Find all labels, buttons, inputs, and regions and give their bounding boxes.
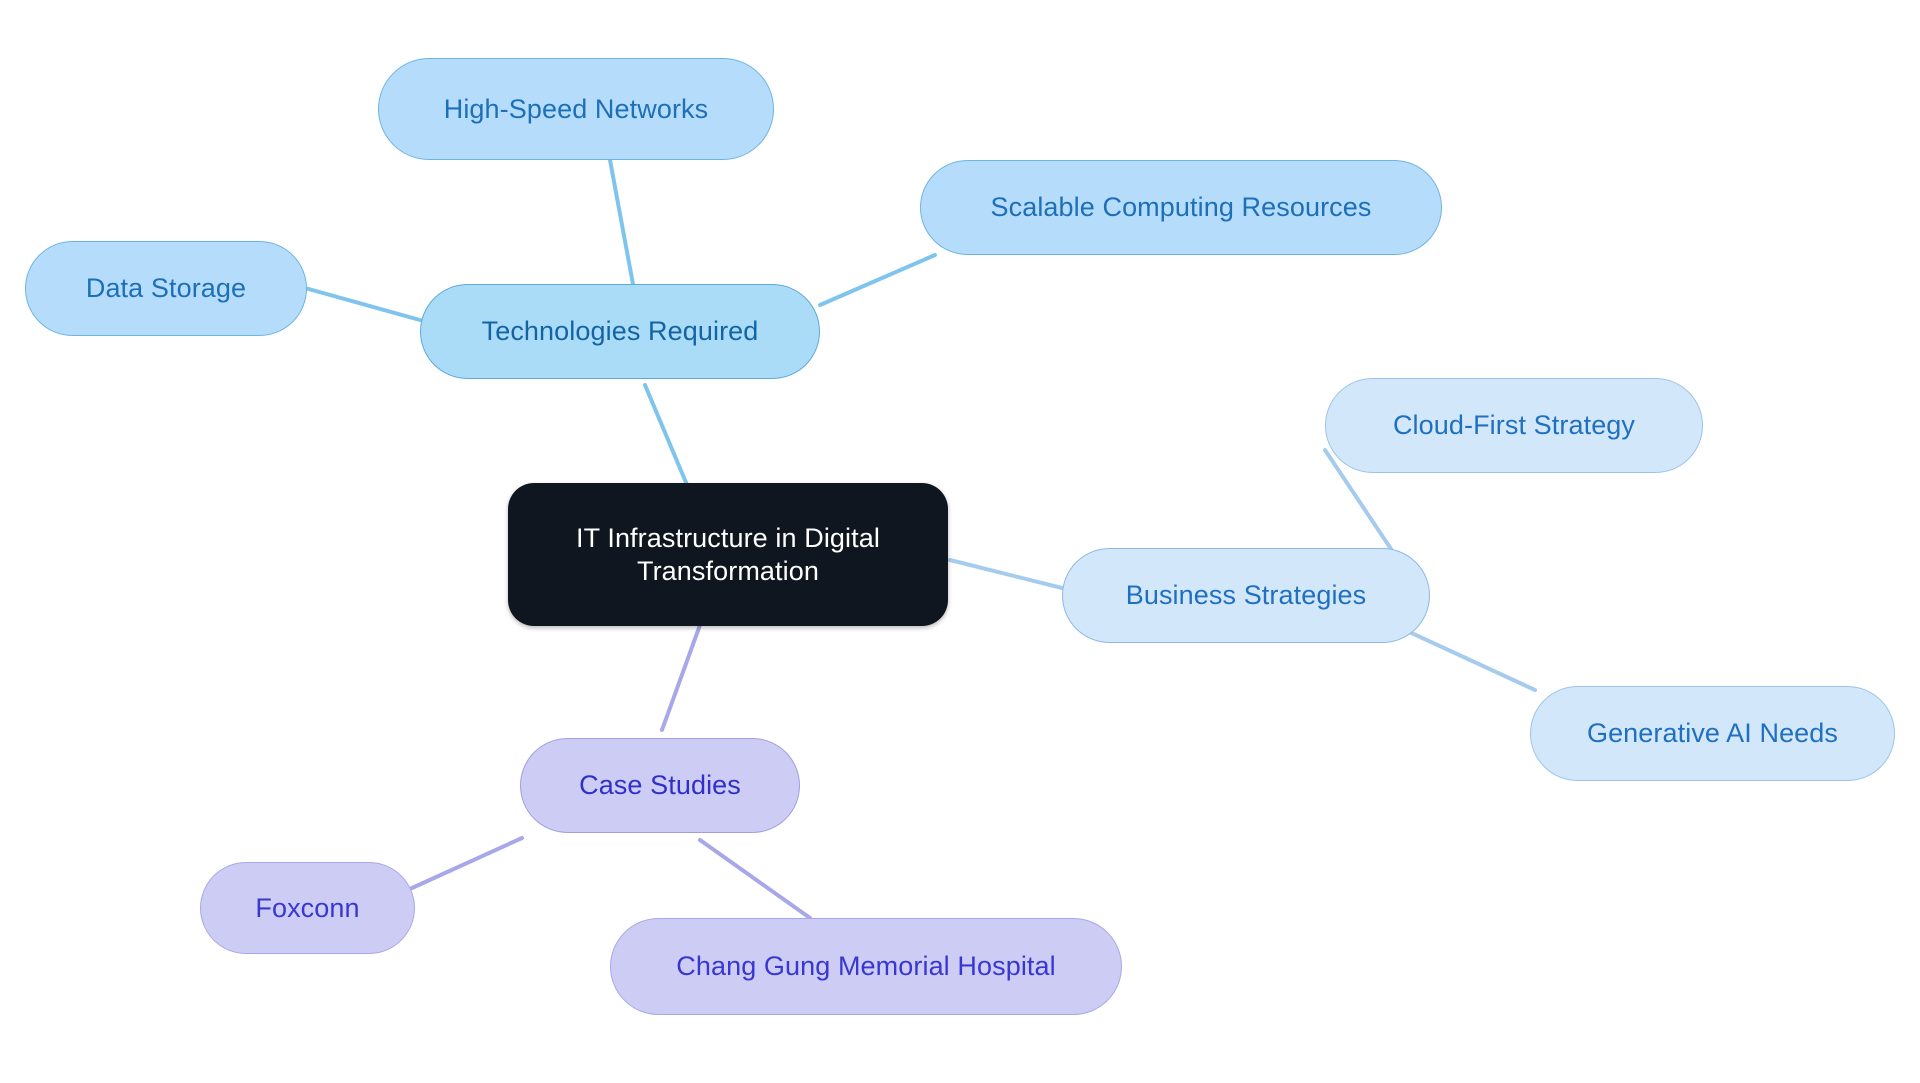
node-case-studies-label: Case Studies xyxy=(579,770,741,801)
edge-root-to-business-strategies xyxy=(948,558,1064,590)
edge-technologies-to-scalable-computing xyxy=(818,253,937,307)
node-cloud-first-strategy[interactable]: Cloud-First Strategy xyxy=(1325,378,1703,473)
node-foxconn-label: Foxconn xyxy=(255,892,360,923)
node-foxconn[interactable]: Foxconn xyxy=(200,862,415,954)
node-scalable-computing-resources[interactable]: Scalable Computing Resources xyxy=(920,160,1442,255)
node-scalable-computing-resources-label: Scalable Computing Resources xyxy=(990,192,1372,223)
node-generative-ai-needs[interactable]: Generative AI Needs xyxy=(1530,686,1895,781)
node-technologies-required[interactable]: Technologies Required xyxy=(420,284,820,379)
node-chang-gung-memorial-hospital[interactable]: Chang Gung Memorial Hospital xyxy=(610,918,1122,1015)
node-high-speed-networks-label: High-Speed Networks xyxy=(443,93,709,124)
node-business-strategies[interactable]: Business Strategies xyxy=(1062,548,1430,643)
node-chang-gung-memorial-hospital-label: Chang Gung Memorial Hospital xyxy=(676,951,1056,982)
edge-root-to-case-studies xyxy=(660,623,702,732)
node-cloud-first-strategy-label: Cloud-First Strategy xyxy=(1392,410,1636,441)
node-high-speed-networks[interactable]: High-Speed Networks xyxy=(378,58,774,160)
node-root-label: IT Infrastructure in Digital Transformat… xyxy=(576,522,880,586)
node-generative-ai-needs-label: Generative AI Needs xyxy=(1586,718,1839,749)
node-technologies-required-label: Technologies Required xyxy=(481,316,759,347)
edge-business-to-generative-ai xyxy=(1403,628,1537,692)
node-business-strategies-label: Business Strategies xyxy=(1125,580,1367,611)
edge-technologies-to-high-speed-networks xyxy=(608,158,637,297)
edge-root-to-technologies xyxy=(643,383,692,494)
node-data-storage[interactable]: Data Storage xyxy=(25,241,307,336)
node-case-studies[interactable]: Case Studies xyxy=(520,738,800,833)
edge-technologies-to-data-storage xyxy=(303,286,422,322)
node-data-storage-label: Data Storage xyxy=(85,273,247,304)
mindmap-canvas: IT Infrastructure in Digital Transformat… xyxy=(0,0,1920,1083)
edge-case-studies-to-chang-gung xyxy=(698,838,812,920)
edge-case-studies-to-foxconn xyxy=(410,836,524,890)
node-root[interactable]: IT Infrastructure in Digital Transformat… xyxy=(508,483,948,626)
